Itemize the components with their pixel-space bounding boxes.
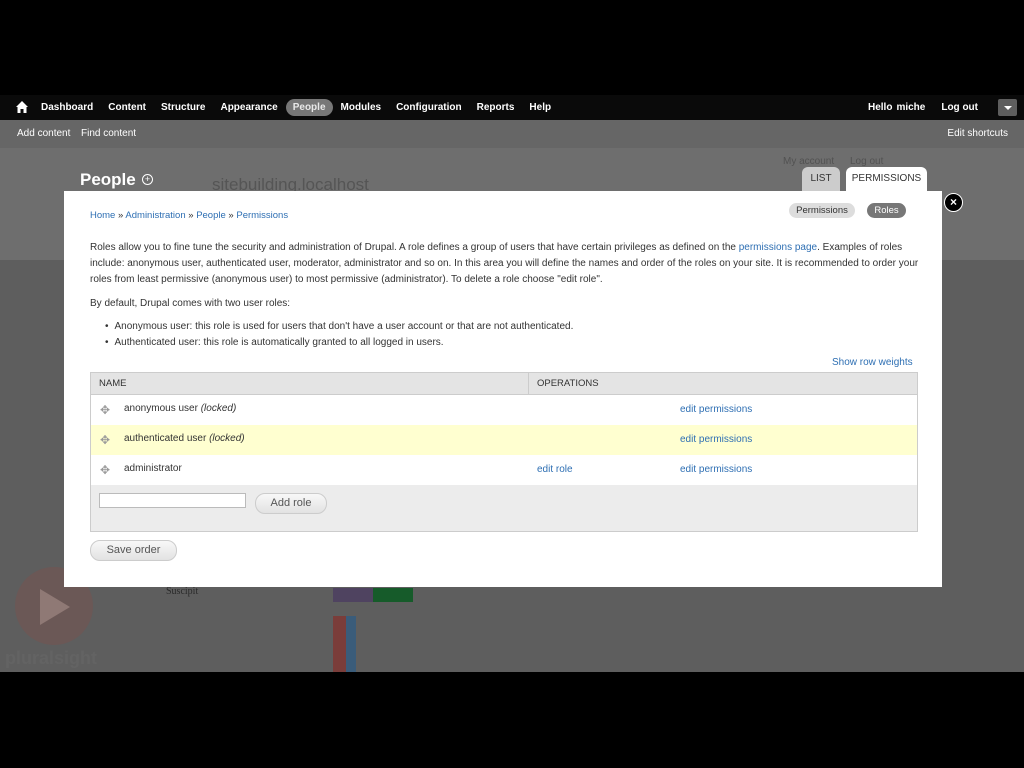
breadcrumb-separator: » [188,210,194,221]
toolbar-menu: Dashboard Content Structure Appearance P… [34,95,559,120]
shortcut-find-content[interactable]: Find content [81,128,136,139]
breadcrumb-separator: » [117,210,124,221]
drag-handle-icon[interactable]: ✥ [99,404,111,416]
menu-appearance[interactable]: Appearance [213,99,284,116]
breadcrumb-people[interactable]: People [196,210,226,221]
edit-permissions-link[interactable]: edit permissions [680,434,752,445]
logout-link[interactable]: Log out [941,102,978,113]
menu-dashboard[interactable]: Dashboard [34,99,100,116]
breadcrumb: Home » Administration » People » Permiss… [90,210,288,221]
my-account-link: My account [783,156,835,167]
background-image-block [333,588,373,602]
secondary-tab-roles[interactable]: Roles [867,203,906,218]
breadcrumb-permissions[interactable]: Permissions [236,210,288,221]
save-order-button[interactable]: Save order [90,540,177,561]
table-row: ✥ authenticated user (locked) edit permi… [91,425,917,455]
home-icon[interactable] [15,100,29,114]
menu-reports[interactable]: Reports [470,99,522,116]
breadcrumb-administration[interactable]: Administration [125,210,185,221]
role-name: anonymous user [124,403,198,414]
close-overlay-icon[interactable]: × [944,193,963,212]
role-name: administrator [124,463,182,474]
menu-help[interactable]: Help [522,99,558,116]
overlay-dialog: Home » Administration » People » Permiss… [64,191,942,587]
watermark-text: pluralsight [5,648,98,668]
play-icon [40,589,70,625]
list-item: Authenticated user: this role is automat… [90,335,573,351]
secondary-tab-permissions[interactable]: Permissions [789,203,855,218]
locked-label: (locked) [209,433,245,444]
tab-list[interactable]: LIST [802,167,840,191]
default-roles-list: Anonymous user: this role is used for us… [90,319,574,351]
toolbar-user-area: Hello miche Log out [868,95,1024,120]
role-name-cell: authenticated user (locked) [124,433,245,444]
role-name-cell: anonymous user (locked) [124,403,236,414]
role-name: authenticated user [124,433,207,444]
locked-label: (locked) [200,403,237,414]
drag-handle-icon[interactable]: ✥ [99,434,111,446]
menu-people[interactable]: People [285,99,333,116]
shortcuts-toggle-icon[interactable] [998,99,1017,116]
hello-label: Hello [867,102,893,113]
menu-content[interactable]: Content [101,99,153,116]
add-role-button[interactable]: Add role [255,493,327,514]
add-shortcut-icon[interactable]: + [142,174,153,185]
default-roles-text: By default, Drupal comes with two user r… [90,298,291,309]
admin-toolbar: Dashboard Content Structure Appearance P… [0,95,1024,120]
background-image-block [373,588,413,602]
shortcut-add-content[interactable]: Add content [17,128,70,139]
list-item: Anonymous user: this role is used for us… [90,319,574,335]
tab-permissions[interactable]: PERMISSIONS [846,167,927,191]
breadcrumb-home[interactable]: Home [90,210,115,221]
new-role-name-input[interactable] [99,493,246,508]
menu-structure[interactable]: Structure [154,99,212,116]
breadcrumb-separator: » [228,210,234,221]
show-row-weights-link[interactable]: Show row weights [832,357,913,368]
column-divider [528,373,529,394]
background-image-block [346,616,356,672]
page-title: People [80,170,136,189]
intro-text: Roles allow you to fine tune the securit… [90,242,739,253]
table-row: ✥ anonymous user (locked) edit permissio… [91,395,917,425]
edit-role-link[interactable]: edit role [537,464,573,475]
shortcuts-bar: Add content Find content Edit shortcuts [0,120,1024,148]
column-header-operations: OPERATIONS [537,378,599,389]
username-link[interactable]: miche [896,102,925,113]
menu-modules[interactable]: Modules [334,99,389,116]
table-row: ✥ administrator edit role edit permissio… [91,455,917,485]
permissions-page-link[interactable]: permissions page [739,242,817,253]
table-header: NAME OPERATIONS [91,373,917,395]
roles-description: Roles allow you to fine tune the securit… [90,240,920,288]
drag-handle-icon[interactable]: ✥ [99,464,111,476]
edit-permissions-link[interactable]: edit permissions [680,404,752,415]
background-logout-link: Log out [850,156,884,167]
menu-configuration[interactable]: Configuration [389,99,469,116]
column-header-name: NAME [99,378,127,389]
edit-permissions-link[interactable]: edit permissions [680,464,752,475]
background-text: Suscipit [166,586,199,597]
edit-shortcuts-link[interactable]: Edit shortcuts [947,128,1008,139]
role-name-cell: administrator [124,463,182,474]
roles-table: NAME OPERATIONS ✥ anonymous user (locked… [90,372,918,532]
